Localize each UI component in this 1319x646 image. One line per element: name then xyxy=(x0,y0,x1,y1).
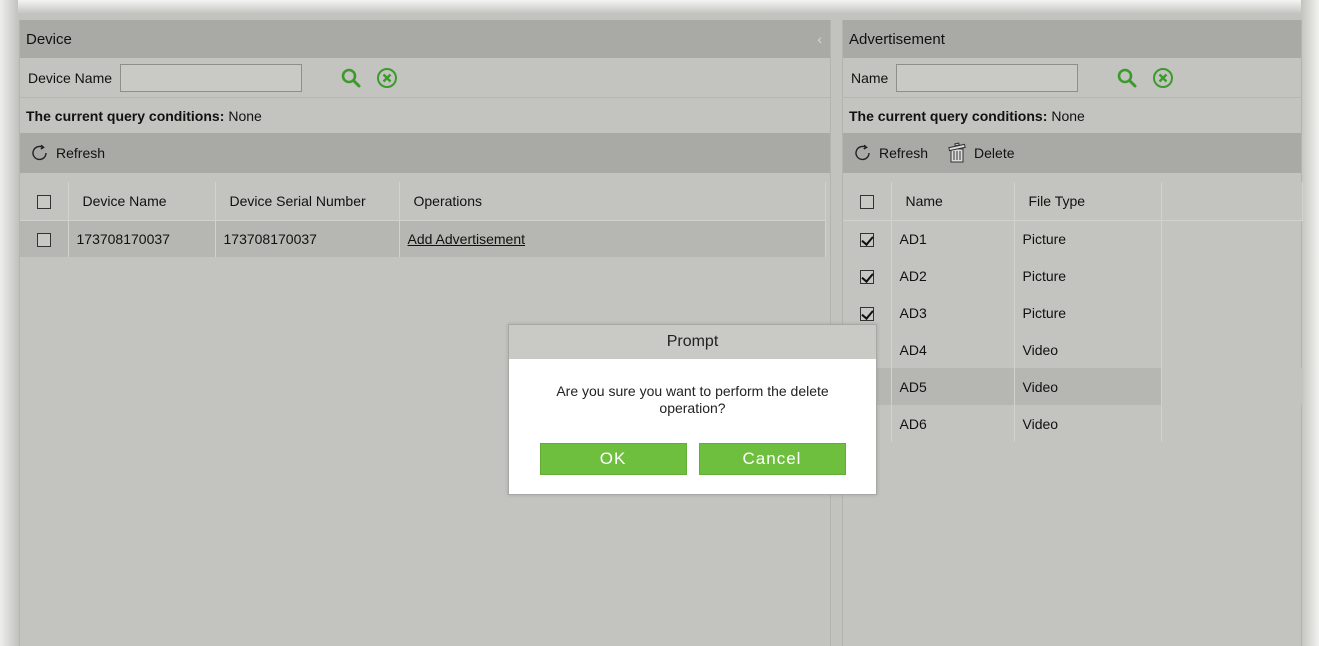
ad-type-cell: Video xyxy=(1014,405,1162,442)
search-icon[interactable] xyxy=(338,65,364,91)
ad-search-row: Name xyxy=(843,58,1301,98)
query-label: The current query conditions: xyxy=(849,107,1048,124)
query-label: The current query conditions: xyxy=(26,107,225,124)
window-edge xyxy=(0,0,18,646)
advertisement-panel: Advertisement Name The current query con… xyxy=(842,20,1303,646)
row-checkbox-cell xyxy=(20,220,69,257)
refresh-icon xyxy=(32,144,47,161)
select-all-cell xyxy=(843,182,892,221)
ad-name-cell: AD3 xyxy=(891,294,1015,331)
table-row[interactable]: AD4 Video xyxy=(843,331,1303,368)
device-serial-cell: 173708170037 xyxy=(215,220,400,257)
table-row[interactable]: 173708170037 173708170037 Add Advertisem… xyxy=(20,220,826,257)
ad-name-cell: AD4 xyxy=(891,331,1015,368)
advertisement-table: Name File Type AD1 Picture AD2 Picture A… xyxy=(843,182,1303,442)
column-device-name[interactable]: Device Name xyxy=(68,182,216,221)
device-toolbar: Refresh xyxy=(20,133,830,173)
delete-icon xyxy=(948,142,966,163)
dialog-message: Are you sure you want to perform the del… xyxy=(556,383,829,416)
select-all-cell xyxy=(20,182,69,221)
ad-delete-button[interactable]: Delete xyxy=(946,142,1015,164)
ok-button[interactable]: OK xyxy=(539,443,687,475)
refresh-label: Refresh xyxy=(879,145,929,161)
delete-label: Delete xyxy=(974,145,1015,161)
dialog-buttons: OK Cancel xyxy=(509,443,876,475)
table-row[interactable]: AD3 Picture xyxy=(843,294,1303,331)
row-checkbox[interactable] xyxy=(859,306,874,321)
ad-name-cell: AD5 xyxy=(891,368,1015,405)
ad-toolbar: Refresh Delete xyxy=(843,133,1301,173)
table-row[interactable]: AD2 Picture xyxy=(843,257,1303,294)
ad-query-conditions: The current query conditions: None xyxy=(843,98,1301,133)
device-panel-header: Device ‹ xyxy=(20,20,830,58)
table-row[interactable]: AD1 Picture xyxy=(843,220,1303,257)
column-name[interactable]: Name xyxy=(891,182,1015,221)
advertisement-panel-header: Advertisement xyxy=(843,20,1301,58)
column-empty xyxy=(1161,182,1303,221)
window-edge xyxy=(0,0,1319,14)
column-operations[interactable]: Operations xyxy=(399,182,826,221)
device-name-label: Device Name xyxy=(28,69,113,86)
clear-icon[interactable] xyxy=(374,65,400,91)
clear-icon[interactable] xyxy=(1150,65,1176,91)
search-icon[interactable] xyxy=(1114,65,1140,91)
collapse-icon[interactable]: ‹ xyxy=(817,31,822,47)
screen: Device ‹ Device Name The current query c… xyxy=(0,0,1319,646)
row-checkbox[interactable] xyxy=(36,232,51,247)
device-name-cell: 173708170037 xyxy=(68,220,216,257)
cancel-button[interactable]: Cancel xyxy=(698,443,846,475)
table-row[interactable]: AD5 Video xyxy=(843,368,1303,405)
device-query-conditions: The current query conditions: None xyxy=(20,98,830,133)
ad-type-cell: Video xyxy=(1014,331,1162,368)
window-edge xyxy=(1301,0,1319,646)
refresh-label: Refresh xyxy=(56,145,106,161)
device-table: Device Name Device Serial Number Operati… xyxy=(20,182,826,257)
ad-type-cell: Picture xyxy=(1014,294,1162,331)
column-file-type[interactable]: File Type xyxy=(1014,182,1162,221)
name-label: Name xyxy=(851,69,889,86)
ad-name-cell: AD6 xyxy=(891,405,1015,442)
ad-type-cell: Picture xyxy=(1014,220,1162,257)
table-row[interactable]: AD6 Video xyxy=(843,405,1303,442)
query-value: None xyxy=(228,107,262,124)
row-checkbox[interactable] xyxy=(859,232,874,247)
dialog-title: Prompt xyxy=(509,325,876,359)
ad-refresh-button[interactable]: Refresh xyxy=(853,143,928,163)
operations-cell: Add Advertisement xyxy=(399,220,826,257)
advertisement-panel-title: Advertisement xyxy=(849,30,945,48)
device-panel-title: Device xyxy=(26,30,72,48)
column-device-serial[interactable]: Device Serial Number xyxy=(215,182,400,221)
table-header-row: Device Name Device Serial Number Operati… xyxy=(20,182,826,221)
select-all-checkbox[interactable] xyxy=(859,194,874,209)
query-value: None xyxy=(1051,107,1085,124)
table-header-row: Name File Type xyxy=(843,182,1303,221)
name-input[interactable] xyxy=(896,63,1079,92)
ad-name-cell: AD1 xyxy=(891,220,1015,257)
ad-type-cell: Picture xyxy=(1014,257,1162,294)
row-checkbox[interactable] xyxy=(859,269,874,284)
add-advertisement-link[interactable]: Add Advertisement xyxy=(408,231,526,247)
device-search-row: Device Name xyxy=(20,58,830,98)
ad-type-cell: Video xyxy=(1014,368,1162,405)
device-refresh-button[interactable]: Refresh xyxy=(30,143,105,163)
refresh-icon xyxy=(855,144,870,161)
select-all-checkbox[interactable] xyxy=(36,194,51,209)
device-name-input[interactable] xyxy=(120,63,303,92)
ad-name-cell: AD2 xyxy=(891,257,1015,294)
prompt-dialog: Prompt Are you sure you want to perform … xyxy=(508,324,877,495)
